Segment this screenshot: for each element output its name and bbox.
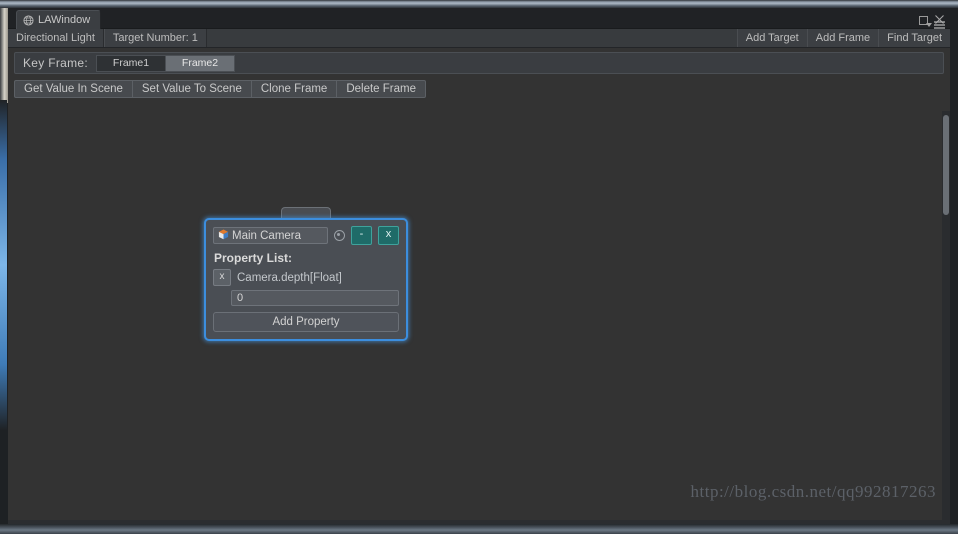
- tab-label: LAWindow: [38, 14, 91, 26]
- key-frame-tabs: Frame1 Frame2: [96, 54, 236, 72]
- property-list-title: Property List:: [214, 251, 293, 265]
- bottom-chrome-strip: [0, 524, 958, 534]
- object-picker-icon[interactable]: [334, 230, 345, 241]
- prefab-cube-icon: [218, 227, 229, 245]
- tab-lawindow[interactable]: LAWindow: [16, 10, 102, 29]
- left-rail-highlight: [0, 8, 8, 103]
- property-name: Camera.depth[Float]: [237, 271, 342, 284]
- add-property-button[interactable]: Add Property: [213, 312, 399, 332]
- button-add-target[interactable]: Add Target: [736, 29, 807, 47]
- button-find-target[interactable]: Find Target: [878, 29, 950, 47]
- hamburger-menu-icon[interactable]: [926, 21, 945, 29]
- key-frame-tab-frame1[interactable]: Frame1: [96, 54, 166, 72]
- node-minimize-button[interactable]: -: [351, 226, 372, 245]
- object-field-label: Main Camera: [232, 229, 302, 242]
- watermark-text: http://blog.csdn.net/qq992817263: [690, 482, 936, 501]
- property-row: x Camera.depth[Float]: [213, 269, 399, 286]
- button-get-value-in-scene[interactable]: Get Value In Scene: [14, 80, 132, 98]
- globe-icon: [23, 14, 34, 26]
- scrollbar-thumb[interactable]: [943, 115, 949, 215]
- key-frame-tab-frame2[interactable]: Frame2: [165, 54, 236, 72]
- target-toolbar: Directional Light Target Number: 1 Add T…: [8, 29, 950, 48]
- node-header-row: Main Camera - x: [213, 226, 399, 245]
- la-window: LAWindow Directional Light Target Number…: [8, 8, 950, 520]
- button-directional-light[interactable]: Directional Light: [8, 29, 104, 47]
- button-delete-frame[interactable]: Delete Frame: [336, 80, 426, 98]
- button-set-value-to-scene[interactable]: Set Value To Scene: [131, 80, 251, 98]
- top-chrome-strip: [0, 0, 958, 8]
- property-value-input[interactable]: 0: [231, 290, 399, 306]
- node-close-button[interactable]: x: [378, 226, 399, 245]
- canvas-vertical-scrollbar[interactable]: [942, 111, 950, 520]
- right-rail: [950, 8, 958, 524]
- node-panel-main-camera: Main Camera - x Property List: x Camera.…: [204, 218, 408, 341]
- button-add-frame[interactable]: Add Frame: [806, 29, 879, 47]
- label-target-number: Target Number: 1: [103, 29, 207, 47]
- remove-property-button[interactable]: x: [213, 269, 231, 286]
- window-tab-bar: LAWindow: [8, 8, 950, 29]
- key-frame-bar: Key Frame: Frame1 Frame2: [14, 52, 944, 74]
- target-toolbar-right: Add Target Add Frame Find Target: [736, 29, 950, 47]
- left-edge-glow: [0, 100, 7, 430]
- action-button-row: Get Value In Scene Set Value To Scene Cl…: [14, 80, 944, 98]
- key-frame-label: Key Frame:: [23, 56, 89, 70]
- node-canvas[interactable]: [8, 111, 950, 520]
- button-clone-frame[interactable]: Clone Frame: [250, 80, 337, 98]
- screen-root: LAWindow Directional Light Target Number…: [0, 0, 958, 534]
- object-field-main-camera[interactable]: Main Camera: [213, 227, 328, 244]
